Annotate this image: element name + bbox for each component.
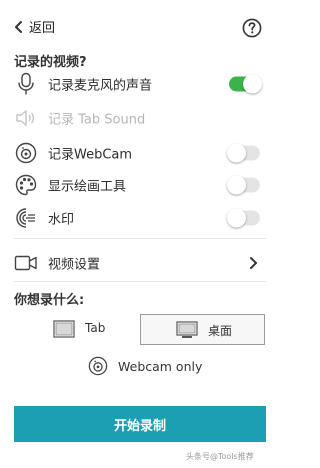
webcam-icon	[88, 356, 108, 376]
webcam-icon	[14, 141, 38, 165]
webcam-only-option[interactable]: Webcam only	[88, 354, 202, 378]
capture-desktop-button[interactable]: 桌面	[140, 314, 265, 345]
divider	[14, 238, 266, 239]
capture-section-title: 你想录什么:	[14, 293, 85, 308]
capture-tab-label: Tab	[85, 321, 106, 335]
video-camera-icon	[14, 251, 38, 275]
microphone-icon	[14, 72, 38, 96]
setting-row-webcam: 记录WebCam	[0, 136, 280, 170]
start-recording-button[interactable]: 开始录制	[14, 406, 266, 442]
speaker-icon	[14, 106, 38, 130]
setting-row-microphone: 记录麦克风的声音	[0, 67, 280, 101]
toggle-drawing-tools[interactable]	[227, 175, 260, 195]
setting-label-tab-sound: 记录 Tab Sound	[48, 112, 146, 128]
back-label: 返回	[29, 21, 56, 36]
toggle-knob	[227, 143, 246, 163]
capture-desktop-label: 桌面	[208, 324, 233, 338]
setting-row-tab-sound: 记录 Tab Sound	[0, 101, 280, 135]
video-settings-label: 视频设置	[48, 257, 101, 273]
setting-label-drawing-tools: 显示绘画工具	[48, 179, 127, 195]
top-bar: 返回	[0, 0, 280, 46]
question-circle-icon[interactable]	[242, 18, 262, 38]
watermark-text: 头条号@Tools推荐	[186, 452, 254, 461]
tab-window-icon	[53, 320, 75, 338]
toggle-knob	[227, 175, 246, 195]
monitor-icon	[176, 321, 198, 338]
chevron-right-icon	[250, 257, 257, 269]
watermark-icon	[14, 206, 38, 230]
toggle-knob	[227, 208, 246, 228]
video-settings-row[interactable]: 视频设置	[0, 246, 280, 280]
toggle-microphone[interactable]	[229, 74, 262, 94]
webcam-only-label: Webcam only	[118, 358, 203, 374]
capture-tab-button[interactable]: Tab	[14, 314, 139, 345]
setting-label-webcam: 记录WebCam	[48, 147, 133, 163]
chevron-left-icon	[15, 20, 22, 33]
toggle-watermark[interactable]	[227, 208, 260, 228]
setting-label-watermark: 水印	[48, 212, 75, 228]
back-button[interactable]: 返回	[14, 17, 55, 36]
palette-icon	[14, 173, 38, 197]
setting-label-microphone: 记录麦克风的声音	[48, 78, 153, 94]
setting-row-drawing-tools: 显示绘画工具	[0, 168, 280, 202]
toggle-webcam[interactable]	[227, 143, 260, 163]
setting-row-watermark: 水印	[0, 201, 280, 235]
toggle-knob	[243, 74, 262, 94]
divider	[14, 281, 266, 282]
